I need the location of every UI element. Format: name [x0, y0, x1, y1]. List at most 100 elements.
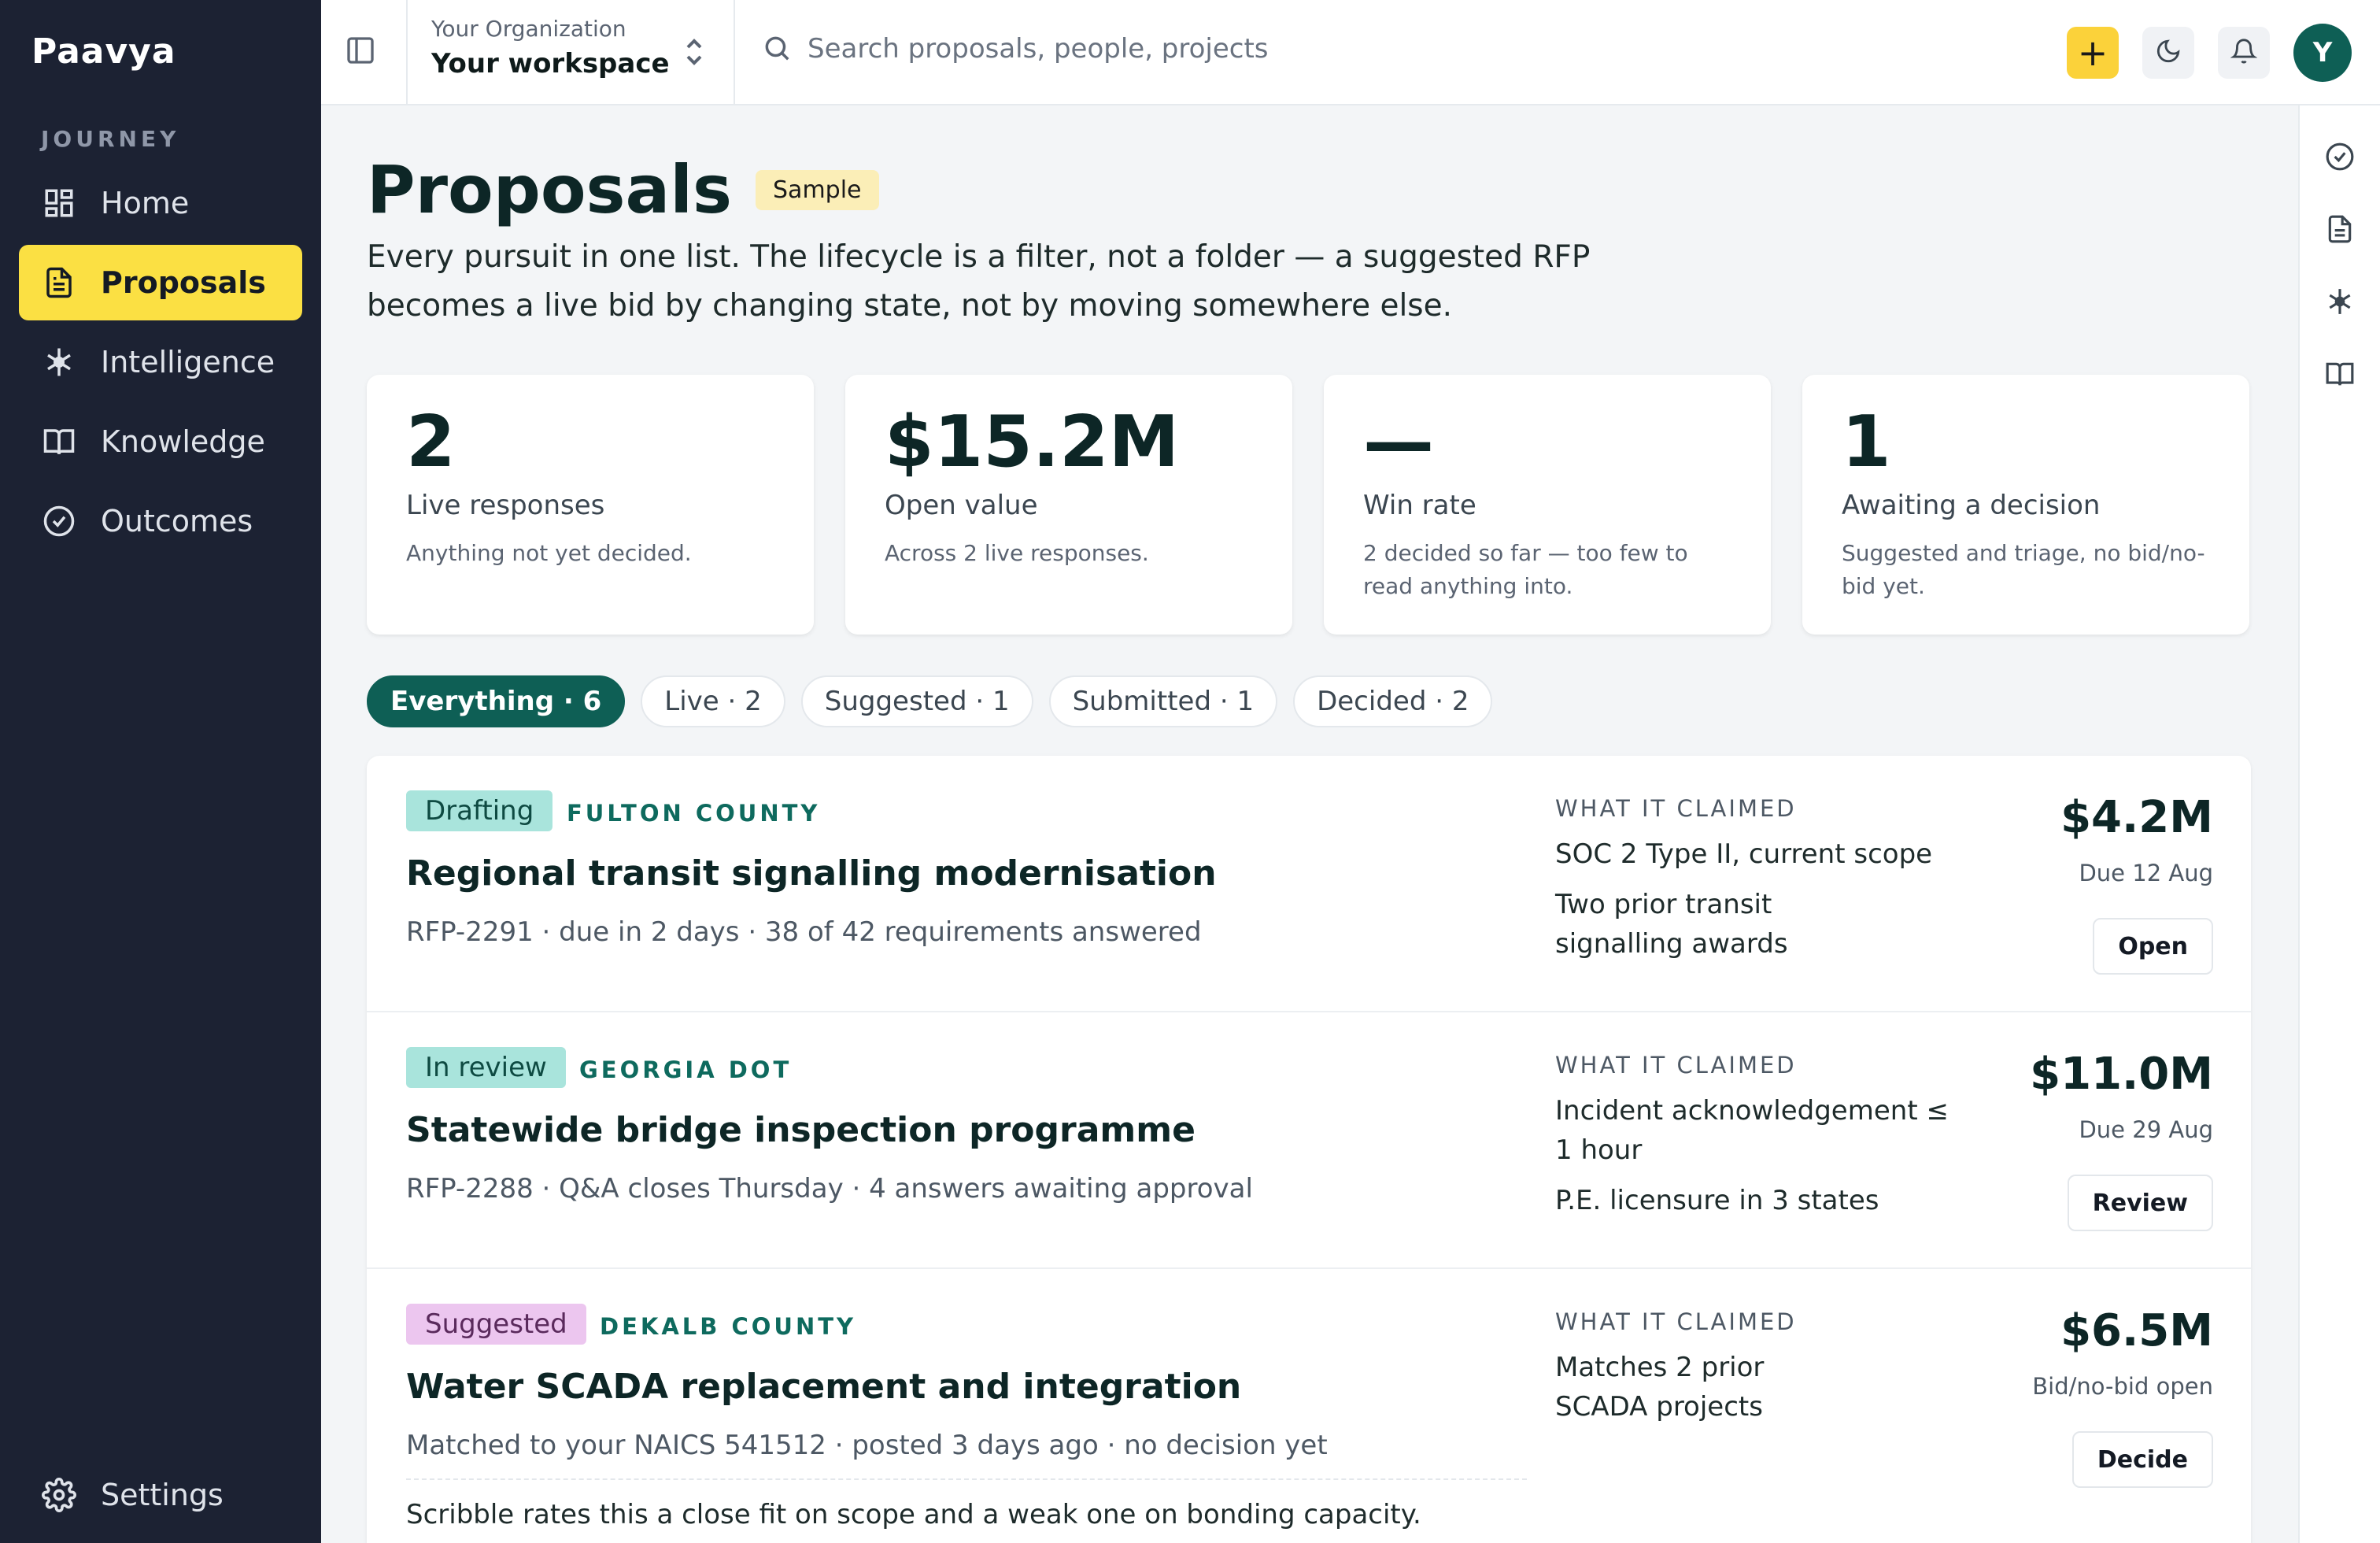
proposal-due: Due 12 Aug — [2079, 860, 2213, 886]
stat-note: 2 decided so far — too few to read anyth… — [1363, 540, 1688, 599]
notifications-button[interactable] — [2218, 27, 2270, 79]
assistant-note: Scribble rates this a close fit on scope… — [406, 1499, 1421, 1530]
brand-logo[interactable]: Paavya — [31, 31, 176, 72]
divider — [734, 0, 735, 105]
proposal-title[interactable]: Regional transit signalling modernisatio… — [406, 853, 1217, 894]
sidebar-item-label: Home — [101, 186, 190, 220]
sparkle-icon — [41, 344, 77, 380]
proposal-due: Bid/no-bid open — [2032, 1373, 2213, 1400]
sidebar-item-label: Knowledge — [101, 424, 265, 459]
claim-item: Matches 2 prior SCADA projects — [1555, 1352, 1765, 1423]
stat-note: Across 2 live responses. — [885, 540, 1149, 566]
claim-heading: WHAT IT CLAIMED — [1555, 795, 1797, 822]
claim-item: P.E. licensure in 3 states — [1555, 1185, 1879, 1216]
stat-note: Anything not yet decided. — [406, 540, 692, 566]
subtitle-line: Every pursuit in one list. The lifecycle… — [367, 239, 1591, 275]
sidebar-item-outcomes[interactable]: Outcomes — [19, 483, 302, 559]
claim-heading: WHAT IT CLAIMED — [1555, 1052, 1797, 1079]
proposal-amount: $11.0M — [2030, 1049, 2213, 1100]
sidebar-item-label: Settings — [101, 1478, 224, 1512]
claim-item: Two prior transit signalling awards — [1555, 889, 1788, 960]
filter-decided[interactable]: Decided · 2 — [1293, 675, 1493, 727]
lifecycle-filters: Everything · 6 Live · 2 Suggested · 1 Su… — [367, 675, 1493, 727]
search-bar — [762, 33, 1516, 65]
sidebar-item-label: Outcomes — [101, 504, 253, 538]
page-subtitle: Every pursuit in one list. The lifecycle… — [367, 233, 1658, 331]
stat-note: Suggested and triage, no bid/no-bid yet. — [1842, 540, 2205, 599]
moon-icon — [2155, 38, 2182, 68]
document-icon[interactable] — [2325, 214, 2356, 246]
avatar[interactable]: Y — [2293, 24, 2352, 82]
divider — [406, 1478, 1527, 1480]
proposal-title[interactable]: Water SCADA replacement and integration — [406, 1367, 1241, 1407]
proposal-row[interactable]: Suggested DEKALB COUNTY Water SCADA repl… — [367, 1269, 2251, 1543]
sidebar-toggle-icon[interactable] — [345, 35, 381, 71]
sidebar-item-label: Intelligence — [101, 345, 275, 379]
agency-label: FULTON COUNTY — [567, 800, 821, 827]
right-rail — [2298, 105, 2380, 1543]
review-button[interactable]: Review — [2067, 1175, 2213, 1231]
filter-submitted[interactable]: Submitted · 1 — [1048, 675, 1278, 727]
claim-item: Incident acknowledgement ≤ 1 hour — [1555, 1095, 1949, 1166]
claim-heading: WHAT IT CLAIMED — [1555, 1308, 1797, 1335]
claim-item: SOC 2 Type II, current scope — [1555, 838, 1933, 870]
sidebar-item-settings[interactable]: Settings — [19, 1457, 302, 1533]
stat-value: 2 — [406, 401, 456, 483]
stat-label: Live responses — [406, 490, 605, 521]
book-icon[interactable] — [2325, 359, 2356, 390]
filter-everything[interactable]: Everything · 6 — [367, 675, 626, 727]
sidebar-section-label: JOURNEY — [41, 126, 180, 152]
chevron-updown-icon[interactable] — [683, 36, 707, 68]
filter-suggested[interactable]: Suggested · 1 — [800, 675, 1033, 727]
stat-card-awaiting: 1 Awaiting a decision Suggested and tria… — [1802, 375, 2249, 635]
workspace-switcher[interactable]: Your Organization Your workspace — [431, 16, 670, 80]
topbar: Your Organization Your workspace + Y — [321, 0, 2380, 105]
status-badge: Drafting — [406, 790, 553, 831]
search-input[interactable] — [808, 33, 1516, 65]
sidebar-settings: Settings — [19, 1457, 302, 1537]
agency-label: DEKALB COUNTY — [600, 1313, 857, 1340]
check-circle-icon[interactable] — [2325, 142, 2356, 173]
theme-toggle-button[interactable] — [2142, 27, 2194, 79]
sample-badge: Sample — [756, 169, 879, 210]
proposal-meta: Matched to your NAICS 541512 · posted 3 … — [406, 1430, 1328, 1461]
proposal-list: Drafting FULTON COUNTY Regional transit … — [367, 756, 2251, 1543]
page-title: Proposals — [367, 151, 733, 228]
proposal-meta: RFP-2288 · Q&A closes Thursday · 4 answe… — [406, 1173, 1253, 1204]
workspace-name: Your workspace — [431, 48, 670, 80]
sidebar-item-intelligence[interactable]: Intelligence — [19, 324, 302, 400]
subtitle-line: becomes a live bid by changing state, no… — [367, 288, 1453, 324]
gear-icon — [41, 1477, 77, 1513]
proposal-row[interactable]: Drafting FULTON COUNTY Regional transit … — [367, 756, 2251, 1012]
sparkle-icon[interactable] — [2325, 287, 2356, 318]
add-button[interactable]: + — [2067, 27, 2119, 79]
stats-row: 2 Live responses Anything not yet decide… — [367, 375, 2249, 635]
proposal-due: Due 29 Aug — [2079, 1116, 2213, 1143]
decide-button[interactable]: Decide — [2071, 1431, 2213, 1488]
proposal-meta: RFP-2291 · due in 2 days · 38 of 42 requ… — [406, 916, 1202, 948]
status-badge: Suggested — [406, 1304, 586, 1345]
book-icon — [41, 424, 77, 460]
stat-value: $15.2M — [885, 401, 1180, 483]
stat-card-open-value: $15.2M Open value Across 2 live response… — [845, 375, 1292, 635]
proposal-title[interactable]: Statewide bridge inspection programme — [406, 1110, 1196, 1150]
stat-value: — — [1363, 401, 1434, 483]
proposal-amount: $4.2M — [2060, 792, 2213, 843]
stat-value: 1 — [1842, 401, 1891, 483]
sidebar-item-home[interactable]: Home — [19, 165, 302, 241]
stat-label: Open value — [885, 490, 1038, 521]
bell-icon — [2230, 38, 2258, 68]
proposal-row[interactable]: In review GEORGIA DOT Statewide bridge i… — [367, 1012, 2251, 1269]
document-icon — [41, 265, 77, 301]
filter-live[interactable]: Live · 2 — [641, 675, 785, 727]
org-label: Your Organization — [431, 16, 626, 42]
sidebar-nav: Home Proposals Intelligence Knowledge Ou… — [19, 165, 302, 563]
agency-label: GEORGIA DOT — [579, 1056, 793, 1083]
open-button[interactable]: Open — [2093, 918, 2213, 975]
sidebar-item-label: Proposals — [101, 265, 266, 300]
sidebar: Paavya JOURNEY Home Proposals Intelligen… — [0, 0, 321, 1543]
stat-card-win-rate: — Win rate 2 decided so far — too few to… — [1324, 375, 1771, 635]
sidebar-item-knowledge[interactable]: Knowledge — [19, 404, 302, 479]
sidebar-item-proposals[interactable]: Proposals — [19, 245, 302, 320]
grid-icon — [41, 185, 77, 221]
